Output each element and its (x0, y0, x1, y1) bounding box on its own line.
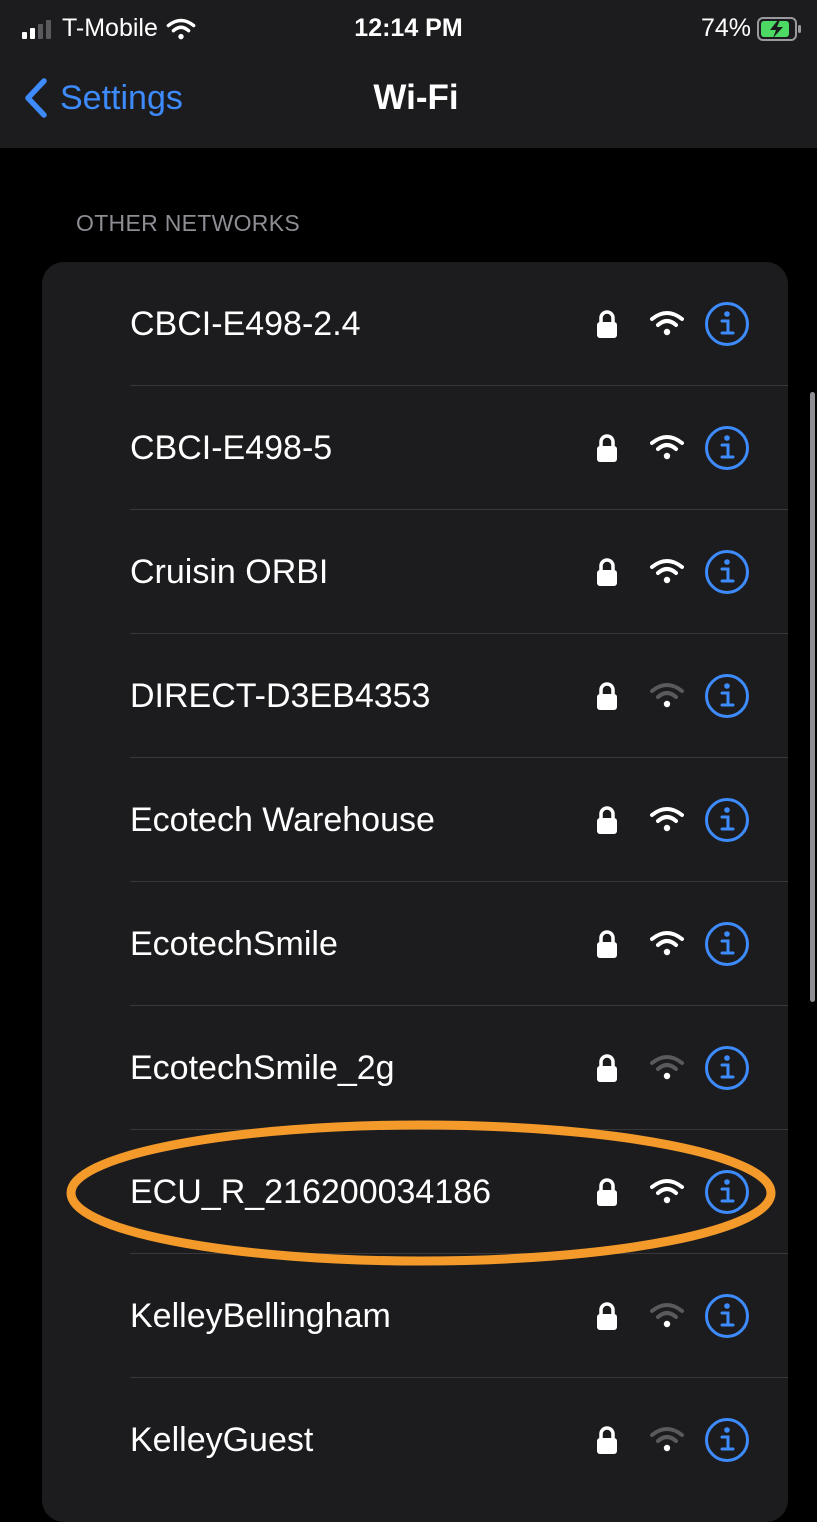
info-icon[interactable] (704, 549, 750, 595)
network-row[interactable]: EcotechSmile (42, 882, 788, 1006)
lock-icon (596, 310, 618, 338)
info-icon[interactable] (704, 1417, 750, 1463)
scroll-indicator[interactable] (810, 392, 815, 1002)
network-row[interactable]: KelleyBellingham (42, 1254, 788, 1378)
lock-icon (596, 558, 618, 586)
wifi-icon (650, 682, 684, 708)
network-name: EcotechSmile_2g (130, 1049, 395, 1087)
battery-info: 74% (701, 14, 803, 43)
network-row[interactable]: ECU_R_216200034186 (42, 1130, 788, 1254)
wifi-icon (650, 1178, 684, 1204)
network-name: ECU_R_216200034186 (130, 1173, 492, 1211)
wifi-icon (650, 558, 684, 584)
info-icon[interactable] (704, 1293, 750, 1339)
network-name: CBCI-E498-5 (130, 429, 333, 467)
network-name: Cruisin ORBI (130, 553, 329, 591)
network-row[interactable]: Ecotech Warehouse (42, 758, 788, 882)
status-time: 12:14 PM (354, 14, 463, 42)
network-name: EcotechSmile (130, 925, 338, 963)
wifi-icon (650, 1426, 684, 1452)
lock-icon (596, 930, 618, 958)
info-icon[interactable] (704, 673, 750, 719)
lock-icon (596, 806, 618, 834)
network-row[interactable]: Cruisin ORBI (42, 510, 788, 634)
battery-percentage: 74% (700, 14, 751, 42)
network-list: CBCI-E498-2.4 CBCI-E498-5 Cruisin ORBI DIRE… (42, 262, 788, 1522)
wifi-icon (650, 434, 684, 460)
info-icon[interactable] (704, 921, 750, 967)
lock-icon (596, 1302, 618, 1330)
info-icon[interactable] (704, 425, 750, 471)
lock-icon (596, 682, 618, 710)
info-icon[interactable] (704, 301, 750, 347)
wifi-icon (650, 930, 684, 956)
lock-icon (596, 1054, 618, 1082)
network-name: KelleyBellingham (130, 1297, 391, 1335)
lock-icon (596, 434, 618, 462)
page-title: Wi-Fi (373, 78, 459, 117)
lock-icon (596, 1426, 618, 1454)
lock-icon (596, 1178, 618, 1206)
info-icon[interactable] (704, 797, 750, 843)
wifi-icon (650, 1054, 684, 1080)
battery-charging-icon (757, 16, 801, 41)
network-row[interactable]: CBCI-E498-5 (42, 386, 788, 510)
network-row[interactable]: KelleyGuest (42, 1378, 788, 1502)
header: T-Mobile 12:14 PM 74% Settings Wi-Fi (0, 0, 817, 148)
info-icon[interactable] (704, 1169, 750, 1215)
network-row[interactable]: EcotechSmile_2g (42, 1006, 788, 1130)
network-name: CBCI-E498-2.4 (130, 305, 361, 343)
network-row[interactable]: CBCI-E498-2.4 (42, 262, 788, 386)
network-row[interactable]: DIRECT-D3EB4353 (42, 634, 788, 758)
network-name: KelleyGuest (130, 1421, 314, 1459)
wifi-icon (650, 806, 684, 832)
network-name: DIRECT-D3EB4353 (130, 677, 431, 715)
wifi-icon (650, 1302, 684, 1328)
info-icon[interactable] (704, 1045, 750, 1091)
section-header: OTHER NETWORKS (76, 210, 300, 236)
navigation-bar: Settings Wi-Fi (0, 62, 817, 148)
wifi-icon (650, 310, 684, 336)
status-bar: T-Mobile 12:14 PM 74% (0, 0, 817, 62)
network-name: Ecotech Warehouse (130, 801, 435, 839)
